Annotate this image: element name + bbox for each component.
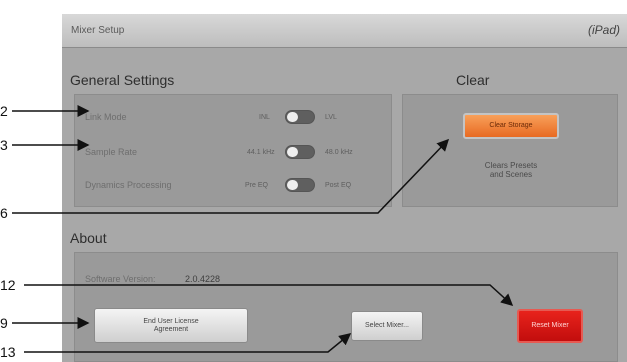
callout-arrow-13 (24, 333, 352, 353)
callout-arrow-6 (12, 138, 450, 214)
callout-arrow-12 (24, 284, 514, 307)
callout-arrows (12, 105, 514, 353)
